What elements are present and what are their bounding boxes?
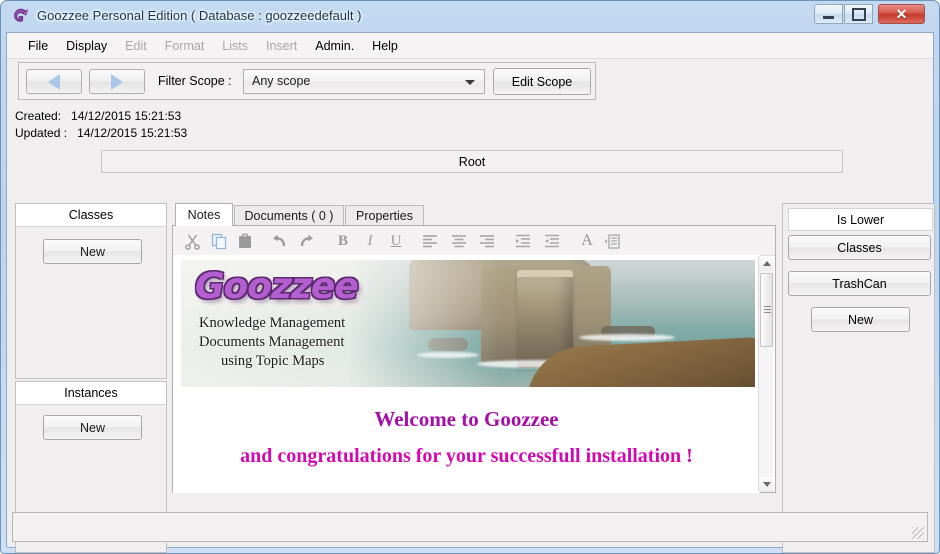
redo-icon [296, 231, 316, 251]
menu-item-format: Format [164, 38, 205, 53]
copy-icon [209, 231, 229, 251]
maximize-icon [845, 5, 872, 23]
goozzee-g-logo-icon [11, 7, 30, 26]
navigate-forward-button[interactable] [89, 69, 145, 94]
instances-panel-title: Instances [16, 382, 166, 405]
classes-panel-title: Classes [16, 204, 166, 227]
relations-new-button[interactable]: New [811, 307, 910, 332]
format-toolbar: B I U A [173, 226, 775, 256]
tab-strip: Notes Documents ( 0 ) Properties [172, 203, 776, 226]
menu-item-help[interactable]: Help [363, 36, 407, 56]
bold-icon: B [337, 232, 348, 249]
banner-tagline-line-3: using Topic Maps [221, 353, 325, 369]
scrollbar-thumb[interactable] [760, 273, 773, 347]
scrollbar-grip-icon [764, 306, 771, 313]
menu-item-file[interactable]: File [19, 36, 57, 56]
tab-documents[interactable]: Documents ( 0 ) [234, 205, 344, 226]
align-left-icon [420, 231, 440, 251]
record-metadata: Created: 14/12/2015 15:21:53 Updated : 1… [15, 108, 187, 142]
toolbar-band: Filter Scope : Any scope Edit Scope [7, 59, 933, 104]
paste-icon [235, 231, 255, 251]
navigation-toolbar: Filter Scope : Any scope Edit Scope [18, 62, 596, 100]
indent-increase-icon [513, 231, 533, 251]
notes-editor-panel: Notes Documents ( 0 ) Properties B I U A… [172, 203, 776, 553]
navigate-back-button[interactable] [26, 69, 82, 94]
menu-item-edit: Edit [125, 38, 147, 53]
banner-tagline-line-1: Knowledge Management [199, 315, 346, 331]
updated-label: Updated : [15, 126, 68, 140]
editor-vertical-scrollbar[interactable] [758, 256, 774, 492]
resize-grip-icon[interactable] [912, 527, 924, 539]
relation-item-classes[interactable]: Classes [788, 235, 931, 260]
edit-scope-button[interactable]: Edit Scope [493, 68, 591, 95]
instances-new-button[interactable]: New [43, 415, 142, 440]
banner-sea-stack-cap [517, 270, 573, 277]
classes-panel: Classes New [15, 203, 167, 379]
updated-line: Updated : 14/12/2015 15:21:53 [15, 125, 187, 142]
menu-item-admin[interactable]: Admin. [306, 36, 363, 56]
minimize-button[interactable] [814, 4, 843, 24]
scroll-down-button[interactable] [759, 477, 774, 492]
status-bar [12, 512, 928, 542]
classes-new-button[interactable]: New [43, 239, 142, 264]
underline-icon: U [390, 232, 402, 249]
undo-icon [269, 231, 289, 251]
chevron-down-icon [465, 80, 475, 85]
breadcrumb[interactable]: Root [101, 150, 843, 173]
welcome-heading: Welcome to Goozzee [374, 407, 559, 431]
filter-scope-value: Any scope [252, 74, 311, 88]
relation-item-trashcan[interactable]: TrashCan [788, 271, 931, 296]
goozzee-logo-text: Goozzee [195, 266, 359, 307]
relations-panel-title: Is Lower [788, 208, 933, 231]
indent-decrease-icon [542, 231, 562, 251]
client-area: File Display Edit Format Lists Insert Ad… [6, 32, 935, 553]
close-button[interactable]: ✕ [878, 4, 925, 24]
updated-value: 14/12/2015 15:21:53 [77, 126, 188, 140]
created-label: Created: [15, 109, 62, 123]
note-content[interactable]: Goozzee Knowledge Management Documents M… [173, 255, 760, 493]
scroll-up-button[interactable] [759, 256, 774, 271]
created-line: Created: 14/12/2015 15:21:53 [15, 108, 187, 125]
banner-tagline: Knowledge Management Documents Managemen… [199, 314, 345, 371]
relations-panel: Is Lower Classes TrashCan New [782, 203, 935, 553]
application-window: Goozzee Personal Edition ( Database : go… [0, 0, 940, 554]
close-icon: ✕ [895, 6, 908, 22]
minimize-icon [815, 5, 842, 23]
editor-container: B I U A Goozzee Knowledge Management Doc… [172, 225, 776, 493]
banner-tagline-line-2: Documents Management [199, 334, 345, 350]
maximize-button[interactable] [844, 4, 873, 24]
filter-scope-label: Filter Scope : [158, 74, 232, 88]
goozzee-banner-image: Goozzee Knowledge Management Documents M… [181, 260, 755, 387]
title-bar: Goozzee Personal Edition ( Database : go… [1, 1, 940, 32]
font-color-icon: A [581, 232, 593, 249]
align-center-icon [449, 231, 469, 251]
window-title: Goozzee Personal Edition ( Database : go… [37, 8, 362, 23]
scroll-up-icon [762, 261, 771, 266]
arrow-right-icon [111, 73, 123, 90]
cut-icon [182, 231, 202, 251]
menu-item-display[interactable]: Display [57, 36, 116, 56]
paragraph-icon [602, 231, 622, 251]
italic-icon: I [367, 232, 373, 249]
filter-scope-select[interactable]: Any scope [243, 69, 485, 94]
tab-notes[interactable]: Notes [175, 203, 233, 226]
menu-item-lists: Lists [222, 38, 248, 53]
banner-surf-1 [579, 334, 675, 341]
scroll-down-icon [762, 482, 771, 487]
tab-properties[interactable]: Properties [345, 205, 424, 226]
arrow-left-icon [48, 73, 60, 90]
align-right-icon [477, 231, 497, 251]
menu-bar: File Display Edit Format Lists Insert Ad… [7, 33, 933, 59]
created-value: 14/12/2015 15:21:53 [71, 109, 182, 123]
menu-item-insert: Insert [266, 38, 298, 53]
welcome-subheading: and congratulations for your successfull… [240, 445, 693, 467]
